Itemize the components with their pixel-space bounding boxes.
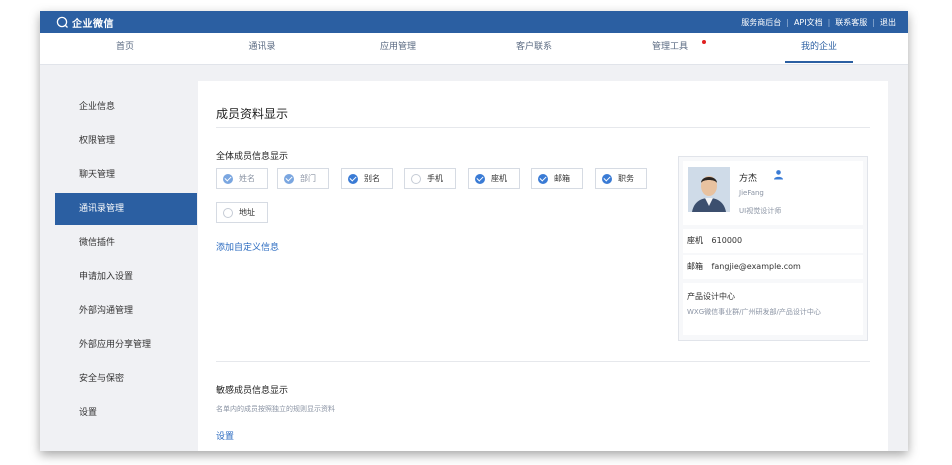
sidebar-item-enterprise-info[interactable]: 企业信息 bbox=[55, 91, 197, 123]
card-header: 方杰 JieFang UI视觉设计师 bbox=[683, 161, 863, 225]
department-row: 产品设计中心 WXG微信事业群/广州研发部/产品设计中心 bbox=[683, 283, 863, 335]
divider bbox=[216, 127, 870, 128]
divider bbox=[216, 361, 870, 362]
email-value: fangjie@example.com bbox=[711, 262, 801, 271]
tab-management-tools[interactable]: 管理工具 bbox=[640, 33, 700, 65]
sidebar-item-security[interactable]: 安全与保密 bbox=[55, 363, 197, 395]
sensitive-settings-link[interactable]: 设置 bbox=[216, 429, 234, 442]
unchecked-icon bbox=[411, 173, 421, 184]
field-checkbox-name[interactable]: 姓名 bbox=[216, 168, 268, 189]
sidebar-item-wechat-plugin[interactable]: 微信插件 bbox=[55, 227, 197, 259]
field-label: 部门 bbox=[300, 174, 316, 183]
member-name: 方杰 bbox=[739, 174, 758, 184]
email-row: 邮箱 fangjie@example.com bbox=[683, 255, 863, 279]
tab-my-enterprise[interactable]: 我的企业 bbox=[785, 33, 853, 65]
landline-row: 座机 610000 bbox=[683, 229, 863, 253]
tab-app-management[interactable]: 应用管理 bbox=[368, 33, 428, 65]
department-path: WXG微信事业群/广州研发部/产品设计中心 bbox=[687, 308, 821, 316]
sidebar-item-external-app-sharing[interactable]: 外部应用分享管理 bbox=[55, 329, 197, 361]
divider: | bbox=[786, 18, 789, 27]
divider: | bbox=[827, 18, 831, 27]
unchecked-icon bbox=[223, 207, 233, 218]
top-bar: 企业微信 服务商后台 | API文档 | 联系客服 | 退出 bbox=[40, 11, 908, 33]
field-checkbox-mobile[interactable]: 手机 bbox=[404, 168, 456, 189]
checked-icon bbox=[284, 173, 294, 184]
sensitive-description: 名单内的成员按照独立的规则显示资料 bbox=[216, 405, 335, 413]
avatar bbox=[688, 167, 730, 212]
content-panel: 成员资料显示 全体成员信息显示 姓名 部门 别名 手机 座机 邮箱 职务 地址 … bbox=[198, 81, 888, 451]
checked-icon bbox=[602, 173, 612, 184]
wecom-logo-icon bbox=[56, 16, 69, 29]
checked-icon bbox=[538, 173, 548, 184]
sidebar: 企业信息 权限管理 聊天管理 通讯录管理 微信插件 申请加入设置 外部沟通管理 … bbox=[40, 77, 198, 451]
member-english-name: JieFang bbox=[739, 189, 764, 197]
app-window: 企业微信 服务商后台 | API文档 | 联系客服 | 退出 首页 通讯录 应用… bbox=[40, 11, 908, 451]
logo-text: 企业微信 bbox=[72, 19, 114, 30]
top-link-provider[interactable]: 服务商后台 bbox=[741, 17, 781, 28]
sidebar-item-settings[interactable]: 设置 bbox=[55, 397, 197, 429]
department-name: 产品设计中心 bbox=[687, 292, 735, 301]
landline-value: 610000 bbox=[711, 236, 743, 245]
checked-icon bbox=[223, 173, 233, 184]
add-custom-info-link[interactable]: 添加自定义信息 bbox=[216, 240, 279, 253]
tab-customer-contact[interactable]: 客户联系 bbox=[504, 33, 564, 65]
field-label: 手机 bbox=[427, 174, 443, 183]
member-preview-card: 方杰 JieFang UI视觉设计师 座机 610000 邮箱 fangjie@… bbox=[678, 156, 868, 341]
field-checkbox-department[interactable]: 部门 bbox=[277, 168, 329, 189]
field-checkbox-alias[interactable]: 别名 bbox=[341, 168, 393, 189]
checked-icon bbox=[475, 173, 485, 184]
checked-icon bbox=[348, 173, 358, 184]
field-checkbox-landline[interactable]: 座机 bbox=[468, 168, 520, 189]
sidebar-item-contacts-management[interactable]: 通讯录管理 bbox=[55, 193, 197, 225]
notification-badge bbox=[702, 40, 706, 44]
field-label: 邮箱 bbox=[554, 174, 570, 183]
member-role: UI视觉设计师 bbox=[739, 207, 782, 215]
top-link-logout[interactable]: 退出 bbox=[880, 17, 896, 28]
top-link-support[interactable]: 联系客服 bbox=[835, 17, 867, 28]
divider: | bbox=[872, 18, 875, 27]
email-key: 邮箱 bbox=[687, 262, 703, 271]
tab-contacts[interactable]: 通讯录 bbox=[232, 33, 292, 65]
all-members-label: 全体成员信息显示 bbox=[216, 152, 289, 162]
top-link-api[interactable]: API文档 bbox=[794, 17, 823, 28]
field-label: 地址 bbox=[239, 208, 255, 217]
field-checkbox-title[interactable]: 职务 bbox=[595, 168, 647, 189]
user-icon bbox=[773, 169, 784, 180]
top-links: 服务商后台 | API文档 | 联系客服 | 退出 bbox=[741, 17, 896, 28]
field-checkbox-email[interactable]: 邮箱 bbox=[531, 168, 583, 189]
sidebar-item-join-settings[interactable]: 申请加入设置 bbox=[55, 261, 197, 293]
field-label: 别名 bbox=[364, 174, 380, 183]
tab-home[interactable]: 首页 bbox=[95, 33, 155, 65]
page-title: 成员资料显示 bbox=[216, 107, 289, 121]
sidebar-item-chat[interactable]: 聊天管理 bbox=[55, 159, 197, 191]
field-label: 姓名 bbox=[239, 174, 255, 183]
field-label: 座机 bbox=[491, 174, 507, 183]
field-checkbox-address[interactable]: 地址 bbox=[216, 202, 268, 223]
landline-key: 座机 bbox=[687, 236, 703, 245]
sidebar-item-external-communication[interactable]: 外部沟通管理 bbox=[55, 295, 197, 327]
sensitive-members-label: 敏感成员信息显示 bbox=[216, 386, 289, 396]
logo[interactable]: 企业微信 bbox=[56, 15, 114, 30]
main-nav: 首页 通讯录 应用管理 客户联系 管理工具 我的企业 bbox=[40, 33, 908, 65]
sidebar-item-permissions[interactable]: 权限管理 bbox=[55, 125, 197, 157]
field-label: 职务 bbox=[618, 174, 634, 183]
